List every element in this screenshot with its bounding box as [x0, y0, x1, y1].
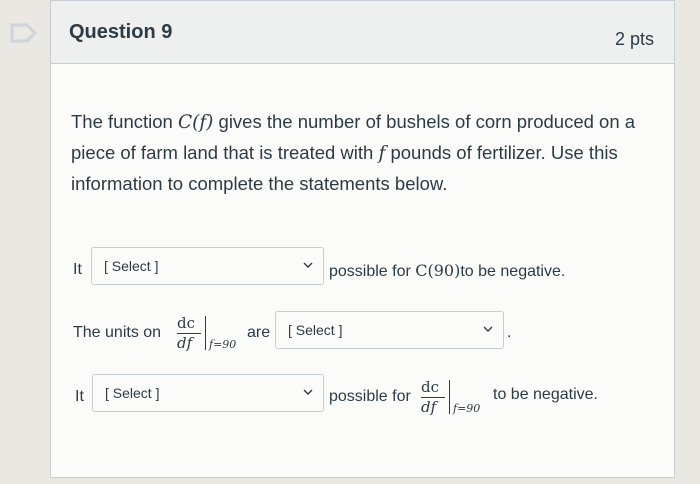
evaluation-bar: [205, 316, 206, 350]
answer-select-3[interactable]: [ Select ]: [92, 374, 324, 412]
statement-prefix: It: [73, 261, 82, 278]
chevron-down-icon: [483, 326, 493, 332]
statement-prefix: It: [75, 388, 84, 405]
statement-suffix-text: to be negative.: [460, 263, 566, 280]
select-value: [ Select ]: [104, 258, 159, 274]
statement-suffix-text: possible for: [329, 263, 416, 280]
chevron-down-icon: [303, 262, 313, 268]
statement-suffix: possible for: [329, 388, 411, 405]
question-card: Question 9 2 pts The function C(f) gives…: [50, 0, 675, 478]
evaluation-point: f=90: [453, 402, 481, 415]
fraction-numerator: dc: [421, 378, 440, 396]
math-expression: C(90): [415, 261, 461, 280]
evaluation-bar: [449, 380, 450, 414]
question-text-part: The function: [71, 111, 178, 132]
bookmark-flag-icon[interactable]: [9, 22, 39, 44]
statement-suffix: possible for C(90)to be negative.: [329, 261, 565, 281]
fraction-denominator: df: [421, 398, 437, 416]
evaluation-point: f=90: [209, 338, 237, 351]
question-points: 2 pts: [614, 29, 654, 49]
fraction-denominator: df: [177, 334, 193, 352]
chevron-down-icon: [303, 389, 313, 395]
derivative-expression: dc df f=90: [421, 378, 491, 418]
statement-prefix: The units on: [73, 324, 162, 341]
statement-suffix-2: to be negative.: [493, 386, 598, 403]
question-header: Question 9 2 pts: [51, 1, 674, 64]
fraction-numerator: dc: [177, 314, 196, 332]
select-value: [ Select ]: [288, 322, 343, 338]
question-text: The function C(f) gives the number of bu…: [71, 107, 661, 199]
answer-select-1[interactable]: [ Select ]: [91, 247, 324, 285]
derivative-expression: dc df f=90: [177, 314, 247, 354]
function-expression: C(f): [177, 112, 214, 133]
statement-middle: are: [247, 324, 271, 341]
statement-period: .: [507, 324, 512, 341]
answer-select-2[interactable]: [ Select ]: [275, 311, 504, 349]
question-title: Question 9: [69, 21, 173, 43]
select-value: [ Select ]: [105, 385, 160, 401]
